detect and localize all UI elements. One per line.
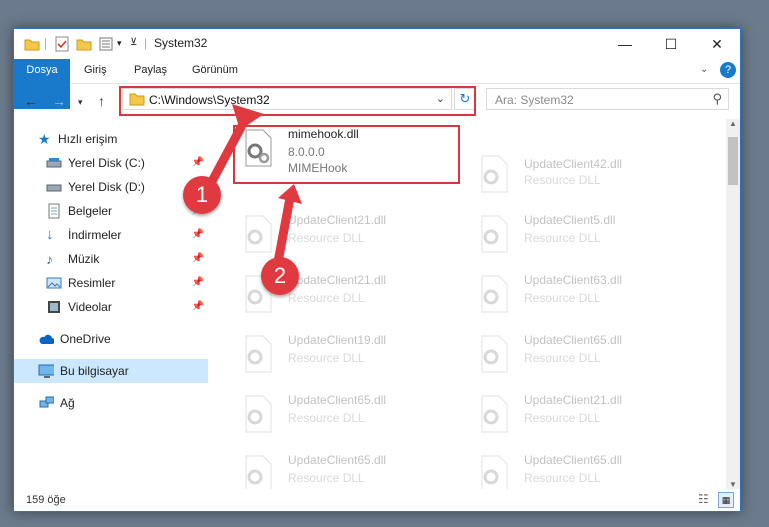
- step-badge-2: 2: [261, 257, 299, 295]
- step-badge-1: 1: [183, 176, 221, 214]
- annotation-arrows: [205, 104, 302, 267]
